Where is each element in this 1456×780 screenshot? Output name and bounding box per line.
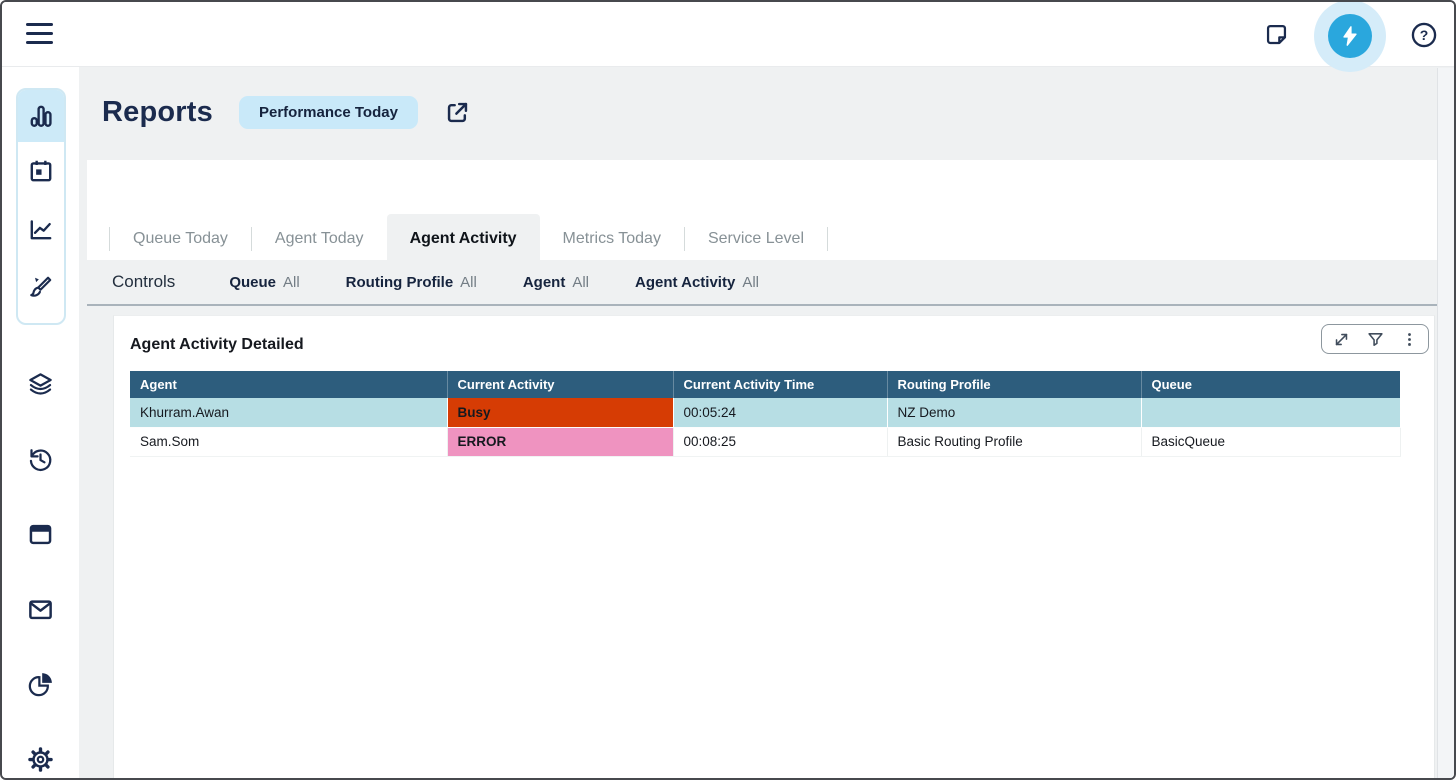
card-toolbar [1321, 324, 1429, 354]
lightning-bolt-button[interactable] [1328, 14, 1372, 58]
mail-icon [27, 596, 54, 623]
sidebar-reports-group [16, 88, 66, 325]
main-content: Reports Performance Today Queue Today Ag… [79, 68, 1454, 778]
filter-queue[interactable]: Queue All [229, 274, 299, 291]
cell-current-activity-time: 00:05:24 [673, 398, 887, 427]
sidebar-item-analytics[interactable] [2, 647, 79, 722]
bar-chart-icon [28, 103, 54, 129]
help-icon[interactable]: ? [1410, 21, 1438, 49]
filter-icon[interactable] [1366, 330, 1384, 348]
card-title: Agent Activity Detailed [130, 336, 304, 354]
table-row: Khurram.Awan Busy 00:05:24 NZ Demo [130, 398, 1400, 427]
filter-agent-name: Agent [523, 274, 566, 291]
cell-agent: Khurram.Awan [130, 398, 447, 427]
assistant-button-halo [1314, 0, 1386, 72]
hamburger-menu-icon[interactable] [26, 23, 53, 45]
tab-divider [827, 227, 828, 251]
customize-brush-icon [28, 274, 54, 300]
column-header-queue[interactable]: Queue [1141, 371, 1400, 398]
table-row: Sam.Som ERROR 00:08:25 Basic Routing Pro… [130, 427, 1400, 456]
feedback-note-icon[interactable] [1262, 21, 1290, 49]
sidebar-item-history[interactable] [2, 422, 79, 497]
scrollbar-gutter[interactable] [1437, 68, 1454, 778]
column-header-current-activity-time[interactable]: Current Activity Time [673, 371, 887, 398]
page-title: Reports [102, 96, 213, 129]
sidebar-item-window[interactable] [2, 497, 79, 572]
history-icon [27, 446, 54, 473]
tabs-row: Queue Today Agent Today Agent Activity M… [109, 218, 828, 260]
performance-today-badge[interactable]: Performance Today [239, 96, 418, 129]
sidebar-item-reports[interactable] [18, 90, 64, 142]
app-window: ? [0, 0, 1456, 780]
cell-queue [1141, 398, 1400, 427]
more-options-icon[interactable] [1400, 330, 1418, 348]
tab-agent-today[interactable]: Agent Today [252, 218, 387, 260]
sidebar-item-settings[interactable] [2, 722, 79, 780]
filter-agent-activity-value: All [742, 274, 759, 291]
filter-queue-name: Queue [229, 274, 276, 291]
pie-chart-icon [27, 671, 54, 698]
filter-routing-profile[interactable]: Routing Profile All [346, 274, 477, 291]
filter-routing-profile-value: All [460, 274, 477, 291]
sidebar-item-trends[interactable] [18, 200, 64, 258]
top-bar: ? [2, 2, 1454, 67]
tabs-panel: Queue Today Agent Today Agent Activity M… [87, 160, 1448, 260]
cell-routing-profile: Basic Routing Profile [887, 427, 1141, 456]
column-header-current-activity[interactable]: Current Activity [447, 371, 673, 398]
column-header-routing-profile[interactable]: Routing Profile [887, 371, 1141, 398]
cell-current-activity-time: 00:08:25 [673, 427, 887, 456]
cell-agent: Sam.Som [130, 427, 447, 456]
filter-agent-activity-name: Agent Activity [635, 274, 735, 291]
filter-routing-profile-name: Routing Profile [346, 274, 454, 291]
filter-agent[interactable]: Agent All [523, 274, 589, 291]
filter-agent-activity[interactable]: Agent Activity All [635, 274, 759, 291]
tab-service-level[interactable]: Service Level [685, 218, 827, 260]
column-header-agent[interactable]: Agent [130, 371, 447, 398]
page-header: Reports Performance Today [102, 96, 472, 129]
sidebar-item-schedule[interactable] [18, 142, 64, 200]
topbar-actions: ? [1262, 2, 1438, 67]
sidebar-item-mail[interactable] [2, 572, 79, 647]
left-sidebar [2, 67, 79, 778]
cell-current-activity: ERROR [447, 427, 673, 456]
controls-bar: Controls Queue All Routing Profile All Age… [87, 260, 1448, 306]
cell-routing-profile: NZ Demo [887, 398, 1141, 427]
external-link-icon[interactable] [444, 99, 472, 127]
tab-metrics-today[interactable]: Metrics Today [540, 218, 684, 260]
agent-activity-table: Agent Current Activity Current Activity … [130, 371, 1401, 457]
sidebar-item-customize[interactable] [18, 258, 64, 316]
settings-gear-icon [27, 746, 54, 773]
cell-current-activity: Busy [447, 398, 673, 427]
filter-agent-value: All [572, 274, 589, 291]
browser-window-icon [27, 521, 54, 548]
agent-activity-card: Agent Activity Detailed [113, 315, 1435, 778]
tab-queue-today[interactable]: Queue Today [110, 218, 251, 260]
calendar-icon [28, 158, 54, 184]
layers-icon [27, 371, 54, 398]
line-chart-icon [28, 216, 54, 242]
filter-queue-value: All [283, 274, 300, 291]
sidebar-lower-items [2, 347, 79, 780]
table-header-row: Agent Current Activity Current Activity … [130, 371, 1400, 398]
tab-agent-activity[interactable]: Agent Activity [387, 214, 540, 260]
controls-label: Controls [112, 272, 175, 292]
sidebar-item-layers[interactable] [2, 347, 79, 422]
svg-text:?: ? [1420, 26, 1429, 42]
cell-queue: BasicQueue [1141, 427, 1400, 456]
expand-icon[interactable] [1332, 330, 1350, 348]
